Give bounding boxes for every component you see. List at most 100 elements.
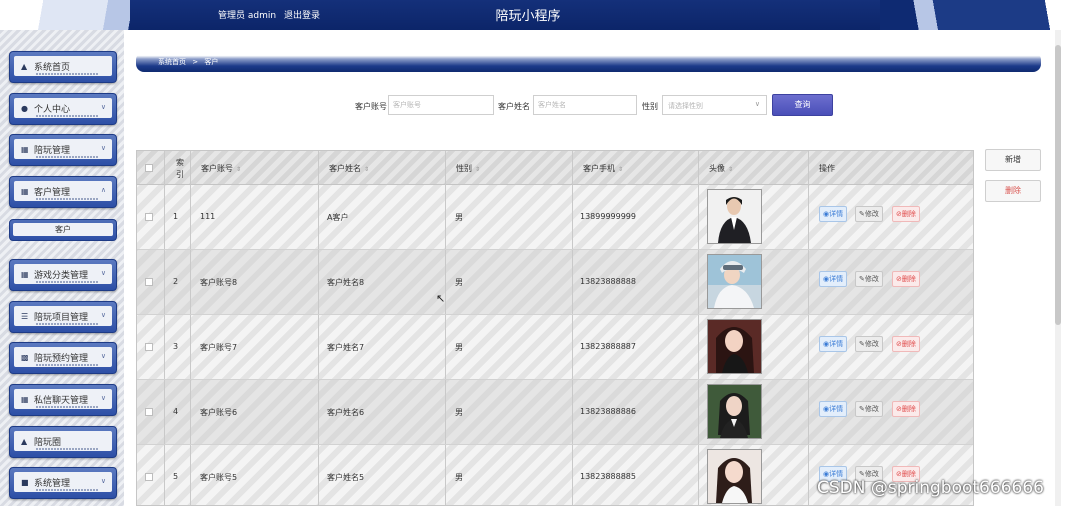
name-input[interactable] <box>533 95 637 115</box>
query-button[interactable]: 查询 <box>772 94 833 116</box>
header-right-ornament <box>880 0 1068 30</box>
logout-link[interactable]: 退出登录 <box>284 11 320 21</box>
row-checkbox[interactable] <box>145 408 153 416</box>
batch-delete-button[interactable]: 删除 <box>985 180 1041 202</box>
thumb-icon: ▲ <box>21 437 28 446</box>
delete-button[interactable]: ⊘删除 <box>892 401 920 417</box>
col-gender[interactable]: 性别 ⇕ <box>456 163 480 174</box>
menu-subtext <box>36 198 98 200</box>
menu-subtext <box>36 364 98 366</box>
col-avatar[interactable]: 头像 ⇕ <box>709 163 733 174</box>
row-checkbox[interactable] <box>145 473 153 481</box>
home-icon: ▲ <box>21 62 28 71</box>
detail-button[interactable]: ◉详情 <box>819 206 848 222</box>
cell-account: 客户账号8 <box>200 278 238 287</box>
sort-icon: ⇕ <box>475 166 481 173</box>
row-checkbox[interactable] <box>145 213 153 221</box>
delete-button[interactable]: ⊘删除 <box>892 271 920 287</box>
cell-index: 3 <box>173 342 179 351</box>
sidebar-item-label: 陪玩管理 <box>34 146 71 156</box>
sidebar-item-game-category[interactable]: ▦ 游戏分类管理 ∨ <box>9 259 117 291</box>
detail-label: 详情 <box>829 210 844 218</box>
cell-phone: 13823888888 <box>580 277 636 286</box>
sidebar-item-chat[interactable]: ▦ 私信聊天管理 ∨ <box>9 384 117 416</box>
chevron-down-icon: ∨ <box>100 269 106 277</box>
cell-phone: 13823888886 <box>580 407 636 416</box>
gender-select[interactable]: 请选择性别 ∨ <box>662 95 767 115</box>
edit-button[interactable]: ✎修改 <box>855 336 883 352</box>
sidebar-item-system[interactable]: ■ 系统管理 ∨ <box>9 467 117 499</box>
col-phone-label: 客户手机 <box>583 164 615 173</box>
detail-button[interactable]: ◉详情 <box>819 336 848 352</box>
menu-face: ▲ 系统首页 <box>14 56 112 76</box>
mouse-cursor-icon: ↖ <box>436 292 446 305</box>
chevron-down-icon: ∨ <box>100 103 106 111</box>
cell-name: 客户姓名8 <box>327 278 365 287</box>
account-label: 客户账号 <box>355 102 387 111</box>
sort-icon: ⇕ <box>364 166 370 173</box>
table-row: 3 客户账号7 客户姓名7 男 13823888887 ◉详情 ✎修改 ⊘删除 <box>137 315 973 380</box>
sidebar-item-circle[interactable]: ▲ 陪玩圈 <box>9 426 117 458</box>
cell-name: 客户姓名6 <box>327 408 365 417</box>
detail-label: 详情 <box>829 405 844 413</box>
sidebar-item-customer[interactable]: ▦ 客户管理 ∧ <box>9 176 117 208</box>
sidebar-item-label: 私信聊天管理 <box>34 396 89 406</box>
delete-label: 删除 <box>901 470 916 478</box>
avatar <box>707 384 762 439</box>
user-info: 管理员 admin 退出登录 <box>218 8 325 21</box>
cell-gender: 男 <box>455 213 463 222</box>
delete-button[interactable]: ⊘删除 <box>892 336 920 352</box>
col-name[interactable]: 客户姓名 ⇕ <box>329 163 369 174</box>
select-all-checkbox[interactable] <box>145 164 153 172</box>
menu-face: ▦ 游戏分类管理 ∨ <box>14 264 112 284</box>
chevron-down-icon: ∨ <box>100 311 106 319</box>
edit-button[interactable]: ✎修改 <box>855 401 883 417</box>
table-row: 2 客户账号8 客户姓名8 男 13823888888 ◉详情 ✎修改 ⊘删除 <box>137 250 973 315</box>
edit-button[interactable]: ✎修改 <box>855 206 883 222</box>
list-icon: ☰ <box>21 312 29 321</box>
cell-name: A客户 <box>327 213 349 222</box>
scrollbar-thumb[interactable] <box>1055 45 1061 325</box>
grid-icon: ▦ <box>21 187 29 196</box>
detail-button[interactable]: ◉详情 <box>819 401 848 417</box>
account-input[interactable] <box>388 95 494 115</box>
edit-button[interactable]: ✎修改 <box>855 271 883 287</box>
col-index-1: 索 <box>176 158 184 167</box>
col-gender-label: 性别 <box>456 164 472 173</box>
delete-label: 删除 <box>901 405 916 413</box>
breadcrumb-home[interactable]: 系统首页 <box>158 58 186 66</box>
edit-label: 修改 <box>864 210 879 218</box>
col-account[interactable]: 客户账号 ⇕ <box>201 163 241 174</box>
chevron-down-icon: ∨ <box>100 477 106 485</box>
sidebar-item-home[interactable]: ▲ 系统首页 <box>9 51 117 83</box>
col-phone[interactable]: 客户手机 ⇕ <box>583 163 623 174</box>
col-actions: 操作 <box>819 164 835 173</box>
menu-face: ▦ 陪玩管理 ∨ <box>14 139 112 159</box>
add-button[interactable]: 新增 <box>985 149 1041 171</box>
sidebar-item-profile[interactable]: ● 个人中心 ∨ <box>9 93 117 125</box>
edit-label: 修改 <box>864 470 879 478</box>
app-title: 陪玩小程序 <box>495 9 561 24</box>
row-checkbox[interactable] <box>145 343 153 351</box>
sidebar-item-label: 陪玩圈 <box>34 438 62 448</box>
table-header: 索 引 客户账号 ⇕ 客户姓名 ⇕ 性别 ⇕ 客户手机 ⇕ 头像 ⇕ 操作 <box>137 151 973 185</box>
menu-face: ● 个人中心 ∨ <box>14 98 112 118</box>
edit-label: 修改 <box>864 405 879 413</box>
grid-icon: ▦ <box>21 145 29 154</box>
row-checkbox[interactable] <box>145 278 153 286</box>
grid-icon: ▦ <box>21 395 29 404</box>
cell-gender: 男 <box>455 343 463 352</box>
sidebar-item-companion[interactable]: ▦ 陪玩管理 ∨ <box>9 134 117 166</box>
detail-button[interactable]: ◉详情 <box>819 271 848 287</box>
detail-label: 详情 <box>829 275 844 283</box>
cell-gender: 男 <box>455 473 463 482</box>
delete-button[interactable]: ⊘删除 <box>892 206 920 222</box>
cell-name: 客户姓名7 <box>327 343 365 352</box>
menu-face: ▲ 陪玩圈 <box>14 431 112 451</box>
col-name-label: 客户姓名 <box>329 164 361 173</box>
cell-account: 客户账号5 <box>200 473 238 482</box>
breadcrumb-separator: > <box>192 58 199 66</box>
sidebar-item-reservation[interactable]: ▩ 陪玩预约管理 ∨ <box>9 342 117 374</box>
sidebar-item-project[interactable]: ☰ 陪玩项目管理 ∨ <box>9 301 117 333</box>
submenu-customer[interactable]: 客户 <box>9 219 117 241</box>
